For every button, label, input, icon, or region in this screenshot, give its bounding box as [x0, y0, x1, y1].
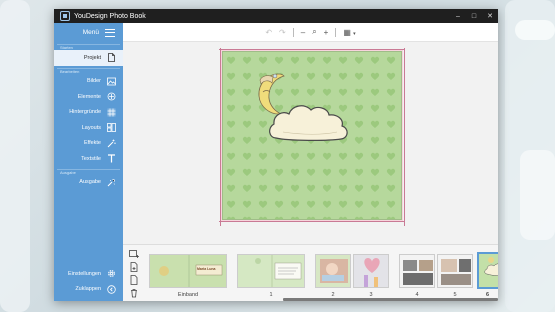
- canvas-area: [123, 41, 498, 244]
- main-content: ↶ ↷ – ⌕ + ▦ ▾ Maria Luna Einband 1 2 3 4…: [123, 23, 498, 301]
- sidebar-item-label: Hintergründe: [69, 109, 101, 116]
- page-guide-right: [404, 48, 405, 226]
- toolbar-divider: [292, 27, 294, 37]
- page-filmstrip: Maria Luna Einband 1 2 3 4 5 6: [123, 244, 498, 301]
- page-guide-bottom: [219, 221, 405, 222]
- text-icon: [107, 154, 116, 163]
- page-artwork: [223, 52, 401, 219]
- thumbnail-cover-art: [150, 255, 226, 287]
- menu-label: Menü: [82, 29, 99, 36]
- output-icon: [107, 178, 116, 187]
- cover-title-text: Maria Luna: [197, 267, 216, 271]
- thumbnail-page-1-art: [238, 255, 304, 287]
- thumbnail-page-1[interactable]: [237, 254, 305, 288]
- grid-button[interactable]: ▦ ▾: [343, 28, 355, 37]
- thumbnail-page-3-art: [354, 255, 388, 287]
- undo-button[interactable]: ↶: [265, 28, 272, 37]
- chevron-down-icon: ▾: [353, 30, 356, 37]
- thumbnail-page-2[interactable]: [315, 254, 351, 288]
- sidebar-item-ausgabe[interactable]: Ausgabe: [54, 175, 123, 191]
- gear-icon: [107, 269, 116, 278]
- menu-button[interactable]: Menü: [54, 23, 123, 42]
- thumbnail-page-5-art: [438, 255, 472, 287]
- sidebar-item-bilder[interactable]: Bilder: [54, 74, 123, 90]
- sidebar-item-effekte[interactable]: Effekte: [54, 136, 123, 152]
- sidebar-item-label: Bilder: [86, 78, 101, 85]
- sidebar-item-textstile[interactable]: Textstile: [54, 151, 123, 167]
- minimize-button[interactable]: –: [450, 13, 466, 20]
- sidebar-item-label: Layouts: [81, 124, 101, 131]
- thumbnail-page-6[interactable]: [477, 252, 498, 289]
- filmstrip-tools: [129, 249, 141, 301]
- title-bar: YouDesign Photo Book – □ ✕: [54, 9, 498, 23]
- sidebar-item-layouts[interactable]: Layouts: [54, 120, 123, 136]
- sparkle-icon: [107, 139, 116, 148]
- zoom-icon[interactable]: ⌕: [312, 27, 316, 37]
- close-button[interactable]: ✕: [482, 12, 498, 20]
- add-spread-icon[interactable]: [129, 249, 139, 259]
- thumbnail-page-4[interactable]: [399, 254, 435, 288]
- thumbnail-page-4-art: [400, 255, 434, 287]
- maximize-button[interactable]: □: [466, 13, 482, 20]
- sidebar-bottom: Einstellungen Zuklappen: [54, 266, 123, 301]
- toolbar: ↶ ↷ – ⌕ + ▦ ▾: [123, 23, 498, 41]
- sidebar-item-label: Effekte: [83, 140, 101, 147]
- window-title: YouDesign Photo Book: [74, 12, 146, 20]
- document-icon: [107, 53, 116, 63]
- settings-button[interactable]: Einstellungen: [54, 266, 123, 282]
- thumbnail-label: Einband: [177, 292, 199, 298]
- layout-icon: [107, 123, 116, 133]
- app-window: YouDesign Photo Book – □ ✕ Menü Starten …: [54, 9, 498, 301]
- sidebar-item-label: Textstile: [81, 155, 101, 162]
- thumbnail-page-5[interactable]: [437, 254, 473, 288]
- sidebar-item-label: Elemente: [77, 93, 101, 100]
- trash-icon[interactable]: [129, 288, 139, 298]
- page-icon[interactable]: [129, 275, 139, 285]
- add-page-icon[interactable]: [129, 262, 139, 272]
- shapes-icon: [107, 92, 116, 101]
- app-logo-icon: [60, 11, 70, 21]
- toolbar-divider: [335, 27, 337, 37]
- zoom-out-button[interactable]: –: [301, 28, 305, 37]
- settings-label: Einstellungen: [67, 270, 101, 277]
- thumbnail-page-3[interactable]: [353, 254, 389, 288]
- sidebar: Menü Starten Projekt Bearbeiten Bilder E…: [54, 23, 123, 301]
- pattern-icon: [107, 108, 116, 117]
- redo-button[interactable]: ↷: [279, 28, 286, 37]
- thumbnail-page-2-art: [316, 255, 350, 287]
- page-guide-top: [219, 49, 405, 50]
- collapse-label: Zuklappen: [75, 286, 101, 293]
- filmstrip-scrollbar[interactable]: [283, 298, 498, 301]
- sidebar-item-hintergruende[interactable]: Hintergründe: [54, 105, 123, 121]
- zoom-in-button[interactable]: +: [324, 28, 329, 37]
- sidebar-item-label: Projekt: [83, 54, 101, 61]
- hamburger-icon: [105, 28, 115, 37]
- image-icon: [107, 77, 116, 86]
- sidebar-item-projekt[interactable]: Projekt: [54, 50, 123, 66]
- thumbnail-cover[interactable]: Maria Luna: [149, 254, 227, 288]
- chevron-left-circle-icon: [107, 285, 116, 294]
- page-guide-left: [220, 48, 221, 226]
- grid-icon: ▦: [343, 27, 351, 37]
- collapse-button[interactable]: Zuklappen: [54, 282, 123, 298]
- thumbnail-page-6-art: [479, 254, 498, 287]
- sidebar-item-label: Ausgabe: [79, 179, 101, 186]
- album-page[interactable]: [219, 48, 405, 226]
- sidebar-item-elemente[interactable]: Elemente: [54, 89, 123, 105]
